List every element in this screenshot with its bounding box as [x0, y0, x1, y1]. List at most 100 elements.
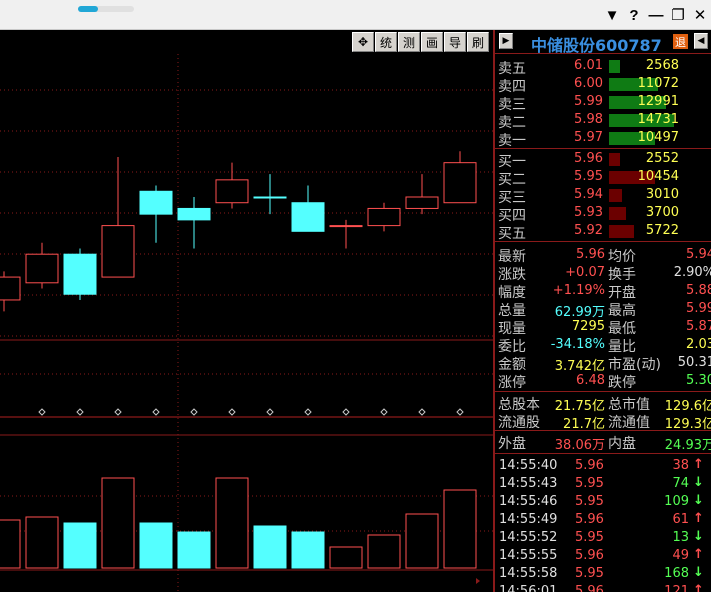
ask-row: 卖五 6.01 2568: [495, 57, 711, 77]
bid-volume: 3010: [645, 187, 679, 202]
disk-in-value: 24.93万: [664, 438, 711, 453]
bid-volume: 5722: [645, 223, 679, 238]
prev-stock-button[interactable]: ▶: [499, 33, 513, 49]
tick-time: 14:55:49: [499, 512, 558, 527]
ask-volume: 2568: [645, 58, 679, 73]
quote-key: 最新: [498, 249, 526, 265]
bid-volume: 10454: [637, 169, 679, 184]
quote-row: 委比 -34.18% 量比 2.03: [495, 336, 711, 355]
candle-body: [367, 207, 401, 227]
ask-row: 卖一 5.97 10497: [495, 129, 711, 149]
quote-value: 5.88: [686, 283, 711, 298]
tick-volume: 61: [672, 512, 689, 527]
arrow-down-icon: ↓: [693, 529, 704, 544]
stock-title: 中储股份600787: [531, 32, 662, 56]
bid-volume-bar: [609, 153, 620, 166]
tick-volume: 49: [672, 548, 689, 563]
capital-key: 流通值: [608, 415, 650, 431]
quote-value: 5.99: [686, 301, 711, 316]
quote-row: 涨跌 +0.07 换手 2.90%: [495, 264, 711, 283]
tick-row: 14:55:58 5.95 168 ↓: [495, 565, 711, 583]
disk-out-value: 38.06万: [554, 438, 605, 453]
close-icon[interactable]: ✕: [689, 0, 711, 30]
tick-time: 14:55:46: [499, 494, 558, 509]
bid-row: 买三 5.94 3010: [495, 186, 711, 206]
kline-chart-area[interactable]: ✥ 统测画导刷: [0, 30, 493, 592]
capital-row: 流通股 21.7亿 流通值 129.3亿: [495, 412, 711, 432]
ask-volume: 14731: [637, 112, 679, 127]
bid-price: 5.93: [574, 205, 603, 220]
candle-body: [253, 196, 287, 199]
signal-marker: [418, 408, 426, 416]
divider: [495, 453, 711, 454]
bid-volume-bar: [609, 225, 634, 238]
tick-time: 14:55:52: [499, 530, 558, 545]
signal-marker: [456, 408, 464, 416]
divider: [495, 391, 711, 392]
quote-key: 涨停: [498, 375, 526, 391]
candle-body: [405, 196, 439, 209]
bid-price: 5.92: [574, 223, 603, 238]
ask-volume-bar: [609, 60, 620, 73]
bid-price: 5.96: [574, 151, 603, 166]
minimize-icon[interactable]: —: [645, 0, 667, 30]
delist-badge[interactable]: 退: [673, 34, 688, 49]
quote-row: 幅度 +1.19% 开盘 5.88: [495, 282, 711, 301]
tick-volume: 109: [664, 494, 689, 509]
measure-button[interactable]: 测: [398, 32, 420, 52]
progress-fill: [78, 6, 98, 12]
next-stock-button[interactable]: ◀: [694, 33, 708, 49]
guide-button[interactable]: 导: [444, 32, 466, 52]
bid-row: 买二 5.95 10454: [495, 168, 711, 188]
candle-body: [101, 225, 135, 278]
quote-value: 5.30: [686, 373, 711, 388]
tick-row: 14:55:52 5.95 13 ↓: [495, 529, 711, 547]
volume-bar: [443, 489, 477, 569]
ask-row: 卖二 5.98 14731: [495, 111, 711, 131]
signal-marker: [266, 408, 274, 416]
candle-body: [215, 179, 249, 204]
quote-key: 均价: [608, 249, 636, 265]
candle-body: [443, 162, 477, 204]
restore-icon[interactable]: ❐: [667, 0, 689, 30]
candlestick-chart[interactable]: [0, 30, 493, 592]
scroll-right-icon[interactable]: [476, 578, 480, 584]
quote-key: 换手: [608, 267, 636, 283]
tick-price: 5.96: [575, 548, 604, 563]
volume-bar: [25, 516, 59, 569]
tick-price: 5.95: [575, 566, 604, 581]
refresh-button[interactable]: 刷: [467, 32, 489, 52]
help-icon[interactable]: ?: [623, 0, 645, 30]
bid-label: 买五: [498, 226, 526, 242]
signal-marker: [228, 408, 236, 416]
dropdown-icon[interactable]: ▼: [601, 0, 623, 30]
arrow-down-icon: ↓: [693, 475, 704, 490]
bid-volume: 2552: [645, 151, 679, 166]
ask-price: 5.99: [574, 94, 603, 109]
divider: [495, 148, 711, 149]
stock-name: 中储股份: [531, 36, 596, 55]
volume-bar: [329, 546, 363, 569]
quote-key: 最高: [608, 303, 636, 319]
ask-volume: 11072: [637, 76, 679, 91]
quote-key: 幅度: [498, 285, 526, 301]
arrow-up-icon: ↑: [693, 583, 704, 592]
volume-bar: [177, 531, 211, 569]
arrow-up-icon: ↑: [693, 457, 704, 472]
capital-row: 总股本 21.75亿 总市值 129.6亿: [495, 394, 711, 414]
tick-row: 14:55:49 5.96 61 ↑: [495, 511, 711, 529]
capital-key: 流通股: [498, 415, 540, 431]
quote-value: 5.96: [576, 247, 605, 262]
signal-marker: [114, 408, 122, 416]
tick-price: 5.96: [575, 512, 604, 527]
tick-price: 5.95: [575, 494, 604, 509]
tick-row: 14:56:01 5.96 121 ↑: [495, 583, 711, 592]
stats-button[interactable]: 统: [375, 32, 397, 52]
draw-button[interactable]: 画: [421, 32, 443, 52]
tick-volume: 168: [664, 566, 689, 581]
bid-price: 5.95: [574, 169, 603, 184]
candle-body: [291, 202, 325, 232]
quote-key: 最低: [608, 321, 636, 337]
quote-key: 跌停: [608, 375, 636, 391]
pan-button[interactable]: ✥: [352, 32, 374, 52]
